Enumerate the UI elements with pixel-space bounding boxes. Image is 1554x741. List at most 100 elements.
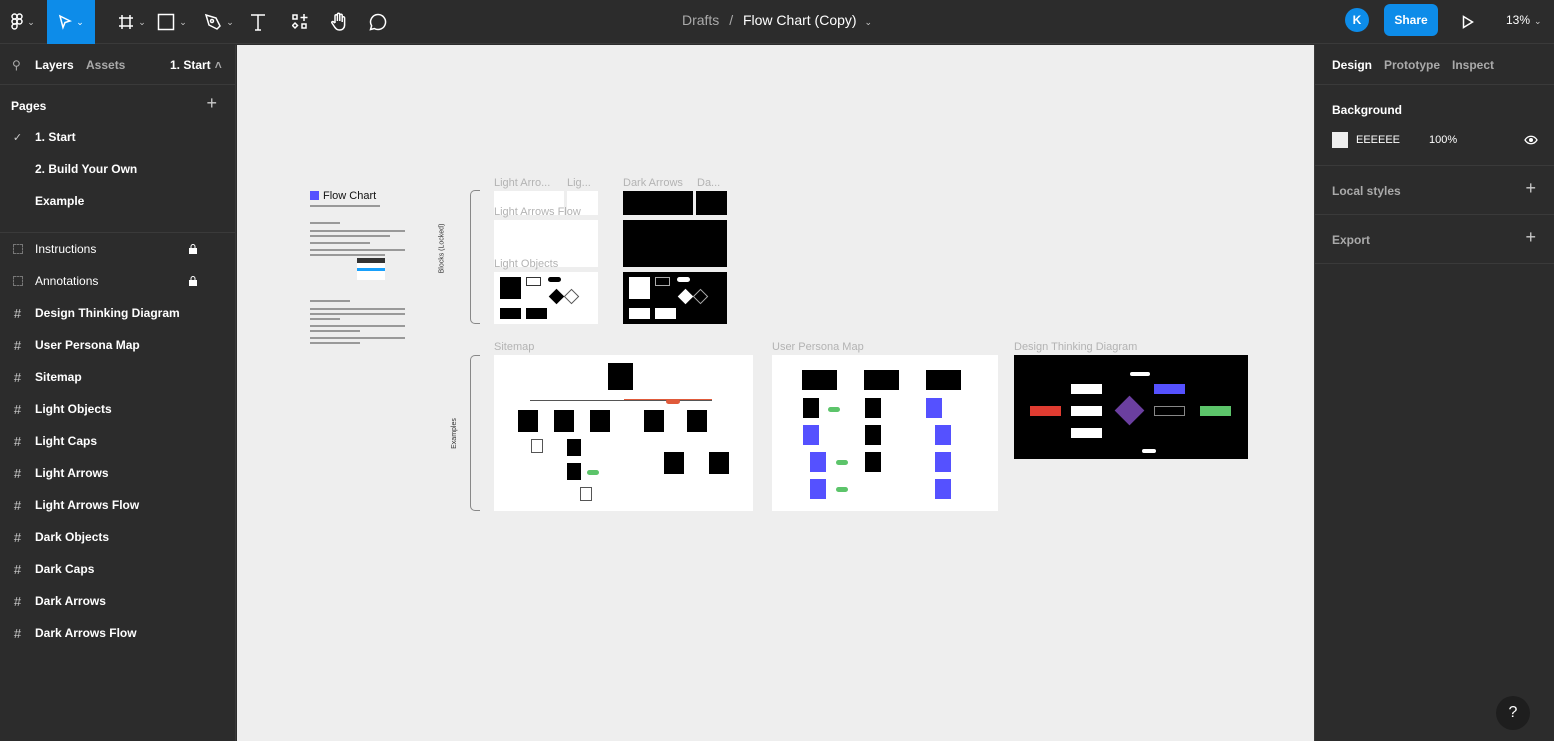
doc-text-line (310, 235, 390, 237)
frame-title: Da... (697, 177, 721, 189)
frame-dark-arrows-flow[interactable] (623, 220, 727, 267)
layer-label: Instructions (35, 242, 97, 256)
breadcrumb-separator: / (729, 12, 734, 28)
frame-dark-arrows[interactable] (623, 191, 693, 215)
blocks-bracket (470, 190, 480, 324)
layer-item[interactable]: # Design Thinking Diagram (0, 297, 235, 329)
frame-user-persona-map[interactable] (772, 355, 998, 511)
lock-icon[interactable] (189, 243, 197, 254)
layer-label: Design Thinking Diagram (35, 306, 180, 320)
layer-label: User Persona Map (35, 338, 140, 352)
layer-label: Dark Caps (35, 562, 95, 576)
avatar[interactable]: K (1345, 8, 1369, 32)
toolbar: ⌄ ⌄ ⌄ ⌄ ⌄ Drafts / Flow Chart (Copy) ⌄ K… (0, 0, 1554, 44)
frame-title: Light Arro... (494, 177, 551, 189)
search-icon[interactable]: ⚲ (12, 58, 21, 72)
add-style-button[interactable]: + (1525, 178, 1536, 199)
local-styles-section: Local styles + (1315, 166, 1554, 215)
frame-title: Dark Arrows (623, 177, 683, 189)
page-item-example[interactable]: Example (0, 185, 235, 217)
present-button[interactable] (1458, 0, 1478, 44)
frame-icon: # (13, 401, 22, 417)
doc-text-line (310, 313, 405, 315)
frame-icon: # (13, 465, 22, 481)
layer-item[interactable]: # User Persona Map (0, 329, 235, 361)
flow-chart-logo-icon (310, 191, 319, 200)
layer-label: Annotations (35, 274, 99, 288)
frame-icon: # (13, 497, 22, 513)
frame-icon: # (13, 337, 22, 353)
current-page: 1. Start (170, 58, 211, 72)
frame-dark-caps[interactable] (696, 191, 727, 215)
frame-title: Sitemap (494, 341, 535, 353)
background-section: Background EEEEEE 100% (1315, 85, 1554, 166)
layer-item[interactable]: # Dark Arrows (0, 585, 235, 617)
add-page-button[interactable]: + (206, 93, 217, 114)
layer-item[interactable]: # Light Arrows (0, 457, 235, 489)
doc-text-line (310, 222, 340, 224)
page-item-build-your-own[interactable]: 2. Build Your Own (0, 153, 235, 185)
share-button[interactable]: Share (1384, 4, 1438, 36)
tab-layers[interactable]: Layers (35, 58, 74, 72)
doc-text-line (310, 308, 405, 310)
chevron-down-icon[interactable]: ⌄ (864, 17, 872, 27)
doc-text-line (310, 325, 405, 327)
local-styles-heading: Local styles (1332, 184, 1401, 198)
frame-dark-objects[interactable] (623, 272, 727, 324)
frame-design-thinking-diagram[interactable] (1014, 355, 1248, 459)
frame-icon: # (13, 561, 22, 577)
zoom-dropdown[interactable]: 13% ⌄ (1506, 13, 1542, 27)
page-item-start[interactable]: ✓ 1. Start (0, 121, 235, 153)
doc-text-line (310, 249, 405, 251)
chevron-up-icon: ˄ (214, 58, 222, 72)
lock-icon[interactable] (189, 275, 197, 286)
check-icon: ✓ (12, 131, 23, 144)
tab-prototype[interactable]: Prototype (1384, 58, 1440, 72)
doc-text-line (310, 300, 350, 302)
frame-light-objects[interactable] (494, 272, 598, 324)
layer-item[interactable]: # Dark Objects (0, 521, 235, 553)
doc-text-line (310, 230, 405, 232)
frame-icon: # (13, 433, 22, 449)
tab-assets[interactable]: Assets (86, 58, 125, 72)
background-opacity-input[interactable]: 100% (1429, 134, 1457, 146)
layer-item[interactable]: # Sitemap (0, 361, 235, 393)
design-panel: Design Prototype Inspect Background EEEE… (1314, 45, 1554, 741)
frame-title: Light Objects (494, 258, 559, 270)
examples-bracket (470, 355, 480, 511)
frame-sitemap[interactable] (494, 355, 753, 511)
layer-label: Dark Objects (35, 530, 110, 544)
layer-item[interactable]: # Dark Arrows Flow (0, 617, 235, 649)
tab-inspect[interactable]: Inspect (1452, 58, 1494, 72)
export-section: Export + (1315, 215, 1554, 264)
layer-item[interactable]: # Dark Caps (0, 553, 235, 585)
doc-text-line (310, 330, 360, 332)
frame-icon: # (13, 369, 22, 385)
help-button[interactable]: ? (1496, 696, 1530, 730)
frame-title: Design Thinking Diagram (1014, 341, 1138, 353)
panel-tabs: Design Prototype Inspect (1315, 45, 1554, 85)
background-hex-input[interactable]: EEEEEE (1356, 134, 1400, 146)
layer-label: Dark Arrows Flow (35, 626, 137, 640)
layer-item[interactable]: Instructions (0, 233, 235, 265)
layer-item[interactable]: # Light Caps (0, 425, 235, 457)
background-heading: Background (1332, 103, 1403, 117)
frame-title: Lig... (567, 177, 591, 189)
eye-icon[interactable] (1524, 135, 1538, 145)
frame-icon: # (13, 305, 22, 321)
canvas[interactable]: Flow Chart Blocks (Locked) Examples Ligh… (237, 45, 1314, 741)
layer-label: Light Objects (35, 402, 112, 416)
add-export-button[interactable]: + (1525, 227, 1536, 248)
layer-item[interactable]: Annotations (0, 265, 235, 297)
background-color-swatch[interactable] (1332, 132, 1348, 148)
examples-label: Examples (450, 418, 458, 449)
file-name[interactable]: Flow Chart (Copy) (743, 12, 857, 28)
layer-item[interactable]: # Light Objects (0, 393, 235, 425)
page-label: 1. Start (35, 130, 76, 144)
page-switcher[interactable]: 1. Start ˄ (170, 58, 222, 72)
chevron-down-icon: ⌄ (1534, 16, 1542, 26)
blocks-label: Blocks (Locked) (438, 223, 446, 274)
layer-item[interactable]: # Light Arrows Flow (0, 489, 235, 521)
breadcrumb-drafts[interactable]: Drafts (682, 12, 719, 28)
tab-design[interactable]: Design (1332, 58, 1372, 72)
